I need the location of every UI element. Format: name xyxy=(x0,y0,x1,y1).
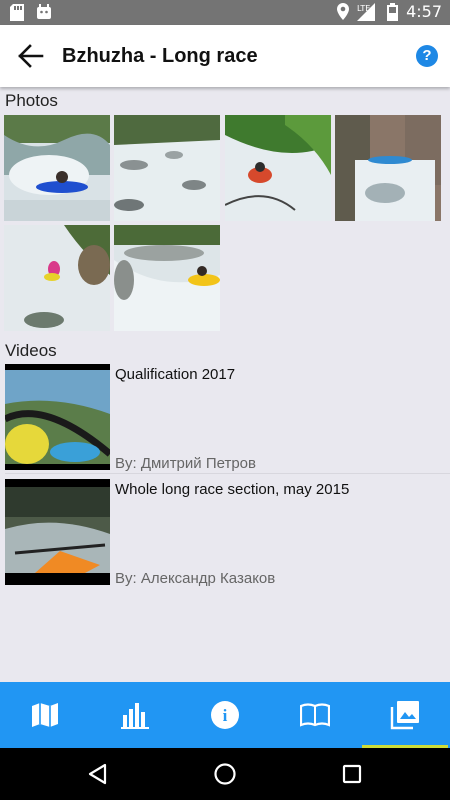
photo-thumbnail[interactable] xyxy=(114,115,220,221)
photo-thumbnail[interactable] xyxy=(4,225,110,331)
photos-heading: Photos xyxy=(5,91,58,110)
system-navigation-bar xyxy=(0,748,450,800)
photo-thumbnail[interactable] xyxy=(335,115,441,221)
book-icon xyxy=(300,703,330,727)
status-time: 4:57 xyxy=(406,2,442,21)
photo-thumbnail[interactable] xyxy=(4,115,110,221)
video-title[interactable]: Whole long race section, may 2015 xyxy=(115,481,349,498)
bar-chart-icon xyxy=(121,703,149,729)
map-icon xyxy=(32,703,58,727)
nav-gallery[interactable] xyxy=(360,682,450,748)
info-icon: i xyxy=(211,701,239,729)
back-icon[interactable] xyxy=(86,762,110,786)
video-item[interactable]: Qualification 2017 By: Дмитрий Петров xyxy=(0,364,450,474)
network-type: LTE xyxy=(357,4,370,13)
video-author: By: Дмитрий Петров xyxy=(115,455,256,472)
recents-icon[interactable] xyxy=(340,762,364,786)
video-thumbnail[interactable] xyxy=(5,364,110,470)
bottom-navigation: i xyxy=(0,682,450,748)
nav-map[interactable] xyxy=(0,682,90,748)
status-bar: LTE 4:57 xyxy=(0,0,450,25)
info-glyph: i xyxy=(223,706,228,725)
videos-heading: Videos xyxy=(5,341,57,360)
video-author: By: Александр Казаков xyxy=(115,570,276,587)
nav-info[interactable]: i xyxy=(180,682,270,748)
divider xyxy=(5,473,450,474)
lte-signal-icon: LTE xyxy=(357,2,376,21)
video-thumbnail[interactable] xyxy=(5,479,110,585)
photo-thumbnail[interactable] xyxy=(225,115,331,221)
gallery-icon xyxy=(390,701,419,730)
nav-chart[interactable] xyxy=(90,682,180,748)
video-title[interactable]: Qualification 2017 xyxy=(115,366,235,383)
android-icon xyxy=(37,4,51,19)
help-icon[interactable]: ? xyxy=(416,45,438,67)
page-title: Bzhuzha - Long race xyxy=(62,45,258,67)
sd-card-icon xyxy=(10,4,24,21)
home-icon[interactable] xyxy=(213,762,237,786)
nav-guide[interactable] xyxy=(270,682,360,748)
app-bar: Bzhuzha - Long race ? xyxy=(0,25,450,87)
photo-thumbnail[interactable] xyxy=(114,225,220,331)
back-arrow-icon[interactable] xyxy=(18,44,44,68)
battery-icon xyxy=(387,2,399,21)
location-icon xyxy=(337,3,350,20)
video-item[interactable]: Whole long race section, may 2015 By: Ал… xyxy=(0,479,450,589)
